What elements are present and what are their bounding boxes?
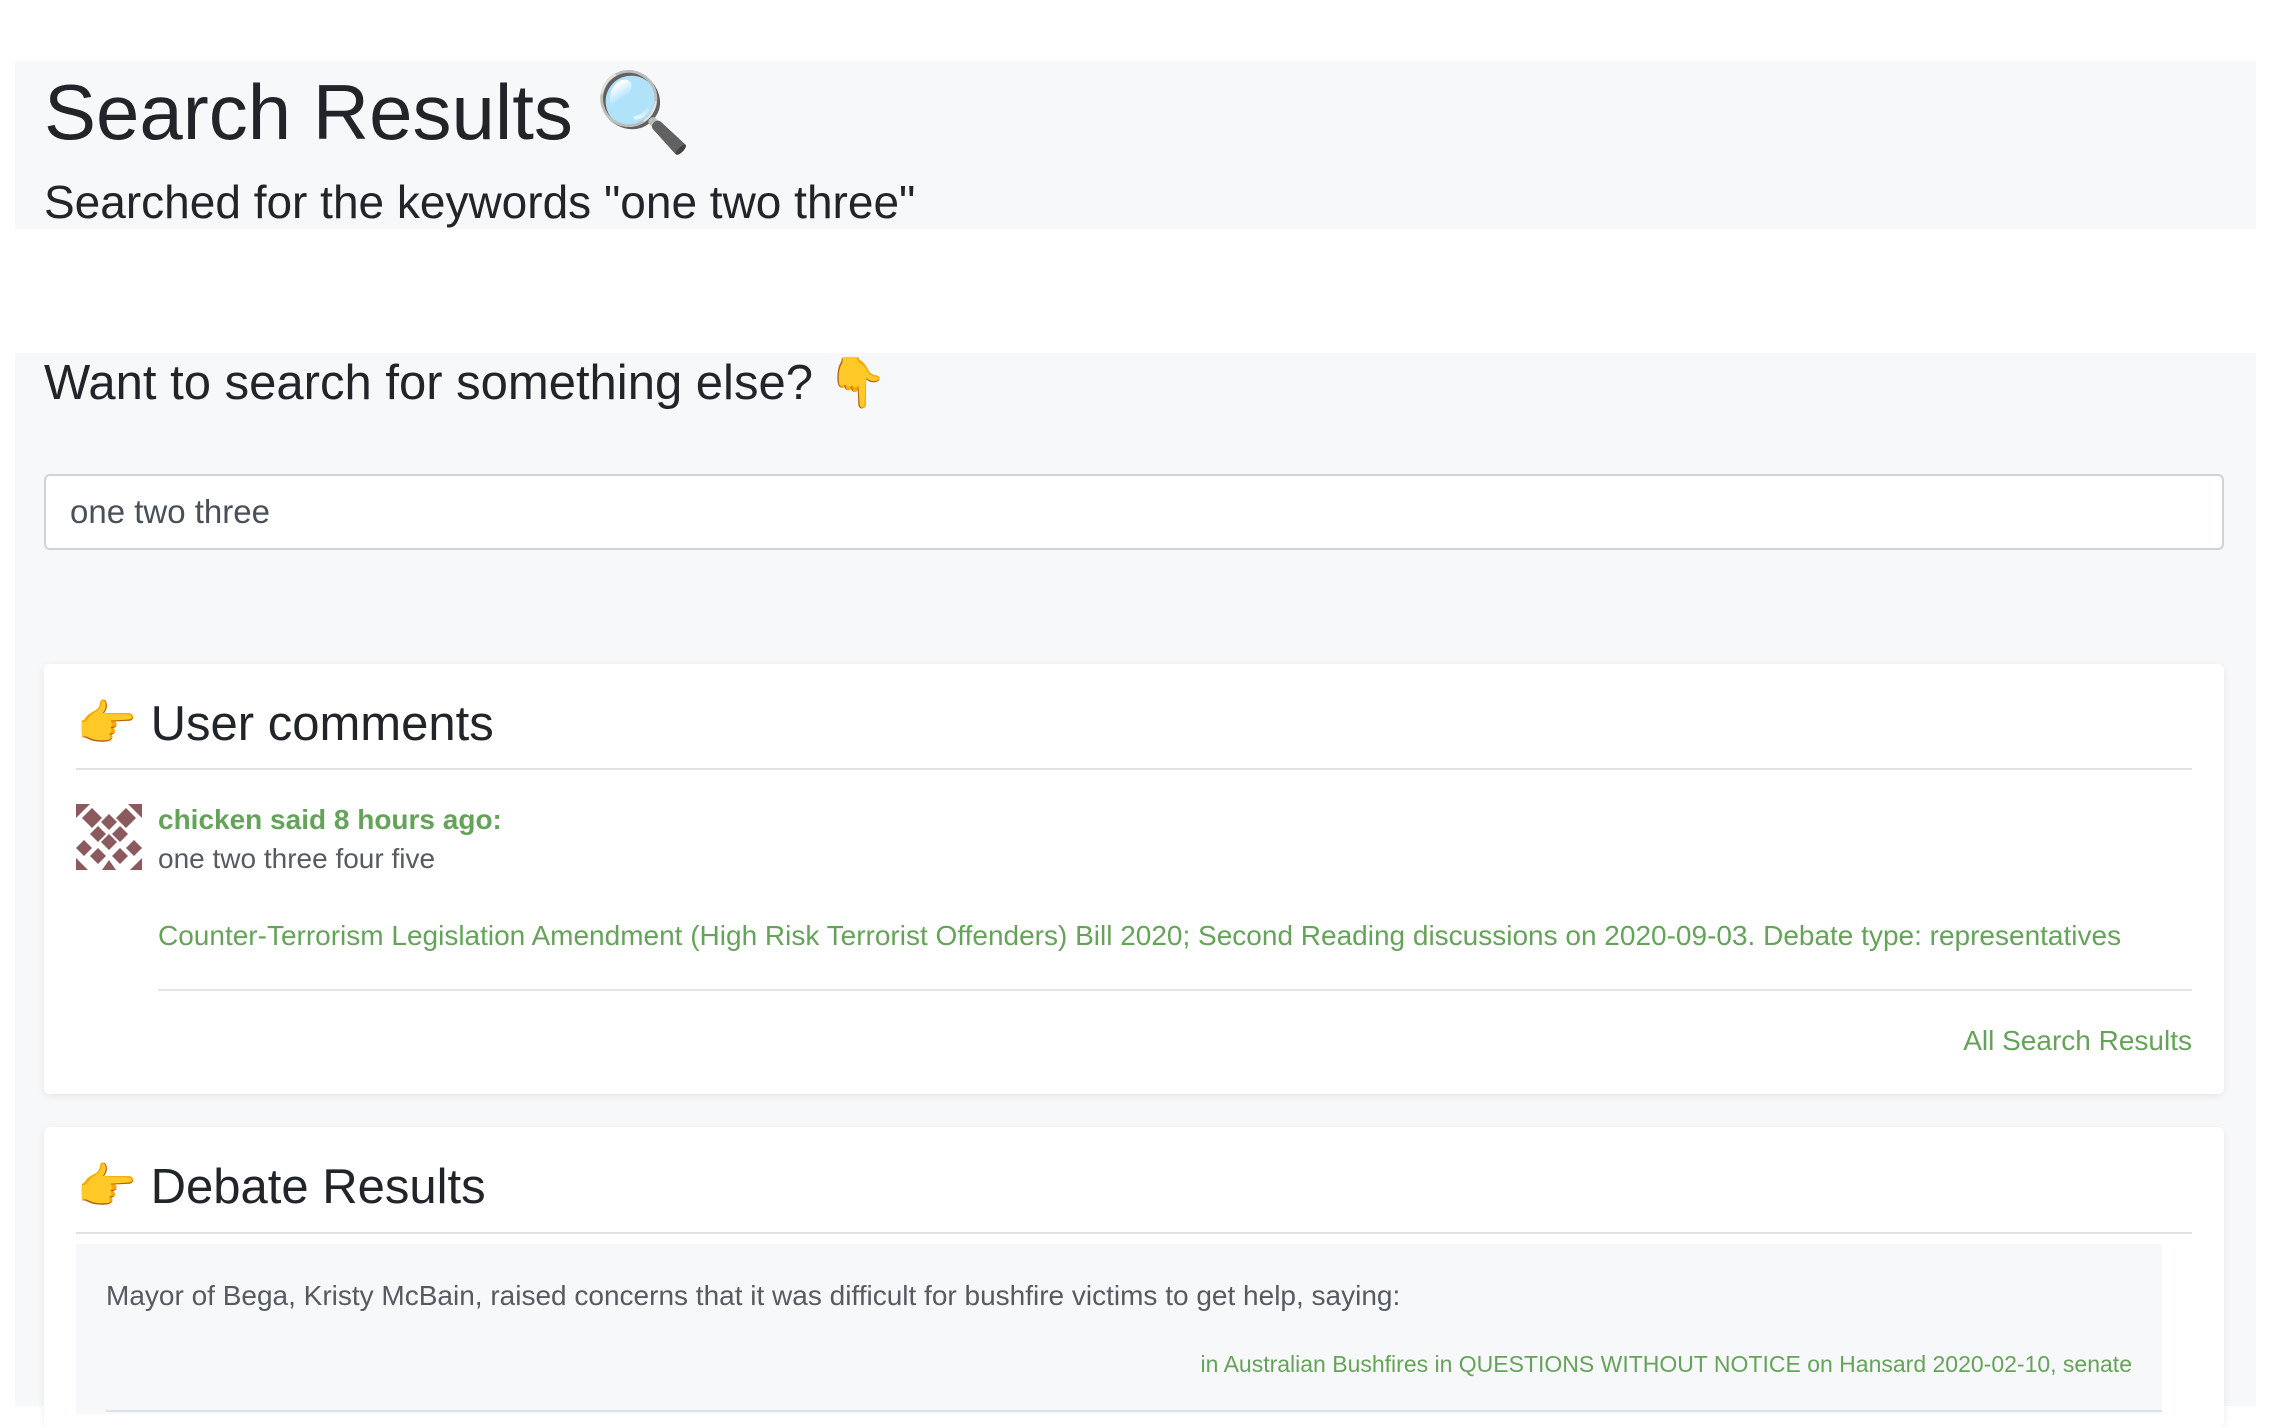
debate-results-title-text: Debate Results xyxy=(150,1160,486,1214)
comment-author-link[interactable]: chicken said 8 hours ago: xyxy=(158,804,502,836)
debate-quote: Mayor of Bega, Kristy McBain, raised con… xyxy=(106,1280,1401,1311)
debate-results-title: 👉 Debate Results xyxy=(76,1157,486,1217)
pointing-right-icon: 👉 xyxy=(76,1160,138,1214)
pointing-right-icon: 👉 xyxy=(76,697,138,751)
page-subtitle: Searched for the keywords "one two three… xyxy=(44,176,916,228)
divider xyxy=(106,1410,2162,1412)
avatar xyxy=(76,804,142,870)
pointing-down-icon: 👇 xyxy=(826,356,888,410)
divider xyxy=(76,1232,2192,1234)
search-input[interactable] xyxy=(44,474,2224,550)
all-search-results-link[interactable]: All Search Results xyxy=(1963,1025,2192,1057)
debate-results-card: 👉 Debate Results Mayor of Bega, Kristy M… xyxy=(44,1127,2224,1427)
search-heading: Want to search for something else? 👇 xyxy=(44,352,888,414)
comment-text: one two three four five xyxy=(158,843,436,874)
debate-source-link[interactable]: in Australian Bushfires in QUESTIONS WIT… xyxy=(1201,1351,2132,1378)
magnifier-icon: 🔍 xyxy=(594,68,692,156)
user-comments-title-text: User comments xyxy=(150,697,494,751)
divider xyxy=(158,989,2192,991)
divider xyxy=(76,768,2192,770)
page-title-text: Search Results xyxy=(44,68,573,156)
comment-debate-link[interactable]: Counter-Terrorism Legislation Amendment … xyxy=(158,920,2121,952)
debate-result-item: Mayor of Bega, Kristy McBain, raised con… xyxy=(76,1244,2162,1414)
page-title: Search Results 🔍 xyxy=(44,62,692,162)
user-comments-card: 👉 User comments chicken said 8 hours ago… xyxy=(44,664,2224,1094)
user-comments-title: 👉 User comments xyxy=(76,694,494,754)
search-heading-text: Want to search for something else? xyxy=(44,356,813,410)
